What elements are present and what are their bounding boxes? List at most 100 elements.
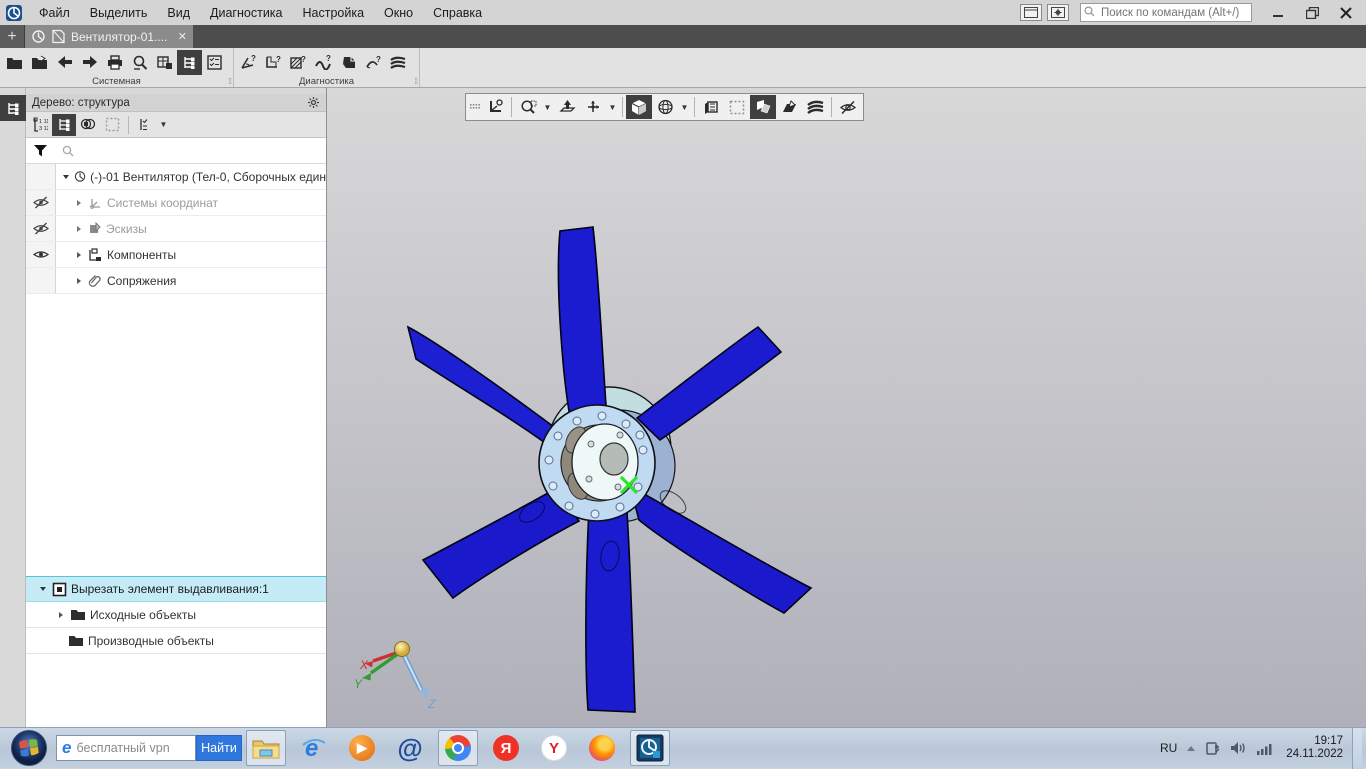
chrome-taskbar-button[interactable]	[438, 730, 478, 766]
move-component-button[interactable]	[580, 95, 606, 119]
fan-model[interactable]: X Y Z	[327, 88, 1366, 727]
display-caret-icon[interactable]: ▼	[678, 103, 691, 112]
selected-feature-row[interactable]: Вырезать элемент выдавливания:1	[26, 576, 326, 602]
menu-file[interactable]: Файл	[29, 0, 80, 25]
tree-row-coordinate-systems[interactable]: Системы координат	[26, 190, 326, 216]
visibility-cell[interactable]	[26, 268, 56, 293]
print-preview-button[interactable]	[127, 50, 152, 75]
yandex-browser-taskbar-button[interactable]: Y	[534, 730, 574, 766]
expand-icon[interactable]	[74, 277, 84, 285]
firefox-taskbar-button[interactable]	[582, 730, 622, 766]
derived-objects-row[interactable]: Производные объекты	[26, 628, 326, 654]
viewport-3d[interactable]: X Y Z ▼ ▼	[327, 88, 1366, 727]
yandex-taskbar-button[interactable]: Я	[486, 730, 526, 766]
display-options-caret-icon[interactable]: ▼	[157, 120, 170, 129]
menu-select[interactable]: Выделить	[80, 0, 158, 25]
measure-length-button[interactable]: ?	[261, 50, 286, 75]
window-layout-button[interactable]	[1020, 4, 1042, 21]
measure-area-button[interactable]: ?	[286, 50, 311, 75]
collapse-icon[interactable]	[38, 585, 48, 593]
visibility-cell[interactable]	[26, 190, 56, 215]
menu-help[interactable]: Справка	[423, 0, 492, 25]
command-search-input[interactable]	[1080, 3, 1252, 22]
blade-lower-right[interactable]	[630, 486, 811, 613]
close-button[interactable]	[1332, 3, 1360, 22]
move-caret-icon[interactable]: ▼	[606, 103, 619, 112]
tree-panel-toggle-button[interactable]	[0, 95, 26, 121]
clock[interactable]: 19:17 24.11.2022	[1286, 735, 1343, 761]
source-objects-row[interactable]: Исходные объекты	[26, 602, 326, 628]
blade-bottom[interactable]	[586, 508, 635, 712]
tree-structure-button[interactable]	[52, 114, 76, 136]
smoothness-button[interactable]	[386, 50, 411, 75]
search-go-button[interactable]: Найти	[196, 735, 242, 761]
tree-root-label[interactable]: (-)-01 Вентилятор (Тел-0, Сборочных един	[90, 170, 326, 184]
section-view-button[interactable]	[698, 95, 724, 119]
show-desktop-button[interactable]	[1352, 728, 1362, 769]
hide-objects-button[interactable]	[835, 95, 861, 119]
toolbar-grip-handle[interactable]	[468, 104, 482, 110]
tree-search-input[interactable]	[54, 141, 326, 161]
mail-taskbar-button[interactable]: @	[390, 730, 430, 766]
grouping-button[interactable]	[76, 114, 100, 136]
filter-button[interactable]	[26, 144, 54, 158]
tree-item-label[interactable]: Компоненты	[107, 248, 176, 262]
folder-label[interactable]: Исходные объекты	[90, 608, 196, 622]
language-indicator[interactable]: RU	[1160, 741, 1177, 755]
minimize-button[interactable]	[1264, 3, 1292, 22]
tree-item-label[interactable]: Системы координат	[107, 196, 218, 210]
blade-top[interactable]	[558, 227, 607, 419]
menu-view[interactable]: Вид	[157, 0, 200, 25]
tree-button[interactable]	[177, 50, 202, 75]
menu-settings[interactable]: Настройка	[293, 0, 375, 25]
zoom-area-button[interactable]	[515, 95, 541, 119]
taskbar-search-box[interactable]: e	[56, 735, 196, 761]
clip-view-button[interactable]	[750, 95, 776, 119]
visibility-cell[interactable]	[26, 242, 56, 267]
wmp-taskbar-button[interactable]: ▶	[342, 730, 382, 766]
tree-item-label[interactable]: Сопряжения	[107, 274, 176, 288]
ie-taskbar-button[interactable]: e	[294, 730, 334, 766]
visibility-cell[interactable]	[26, 216, 56, 241]
select-region-button[interactable]	[724, 95, 750, 119]
interface-settings-button[interactable]	[1047, 4, 1069, 21]
mass-properties-button[interactable]	[336, 50, 361, 75]
tree-row-sketches[interactable]: Эскизы	[26, 216, 326, 242]
open-recent-button[interactable]	[27, 50, 52, 75]
blade-upper-left[interactable]	[408, 327, 562, 450]
zebra-stripes-button[interactable]	[802, 95, 828, 119]
selection-area-button[interactable]	[100, 114, 124, 136]
new-tab-button[interactable]: +	[0, 25, 25, 48]
collapse-icon[interactable]	[62, 173, 70, 181]
back-button[interactable]	[52, 50, 77, 75]
restore-button[interactable]	[1298, 3, 1326, 22]
zoom-caret-icon[interactable]: ▼	[541, 103, 554, 112]
menu-window[interactable]: Окно	[374, 0, 423, 25]
measure-angle-button[interactable]: ?	[236, 50, 261, 75]
panel-settings-icon[interactable]	[307, 96, 320, 109]
deviation-button[interactable]: ?	[361, 50, 386, 75]
tree-ordered-button[interactable]: 1 113 12	[28, 114, 52, 136]
start-button[interactable]	[8, 729, 50, 767]
expand-icon[interactable]	[74, 199, 84, 207]
explorer-taskbar-button[interactable]	[246, 730, 286, 766]
remove-hardware-icon[interactable]	[1205, 740, 1221, 756]
taskbar-search-input[interactable]	[76, 741, 176, 755]
display-options-button[interactable]	[133, 114, 157, 136]
print-button[interactable]	[102, 50, 127, 75]
insert-fragment-button[interactable]	[152, 50, 177, 75]
wireframe-display-button[interactable]	[652, 95, 678, 119]
shaded-display-button[interactable]	[626, 95, 652, 119]
document-tab[interactable]: Вентилятор-01.... ✕	[25, 25, 193, 48]
kompas-taskbar-button[interactable]	[630, 730, 670, 766]
sketch-plane-button[interactable]	[776, 95, 802, 119]
blade-upper-right[interactable]	[637, 327, 781, 440]
expand-icon[interactable]	[74, 225, 84, 233]
properties-button[interactable]	[202, 50, 227, 75]
network-icon[interactable]	[1256, 742, 1273, 755]
tree-row-components[interactable]: Компоненты	[26, 242, 326, 268]
open-button[interactable]	[2, 50, 27, 75]
visibility-cell[interactable]	[26, 164, 56, 189]
expand-icon[interactable]	[56, 611, 66, 619]
menu-diagnostics[interactable]: Диагностика	[200, 0, 292, 25]
